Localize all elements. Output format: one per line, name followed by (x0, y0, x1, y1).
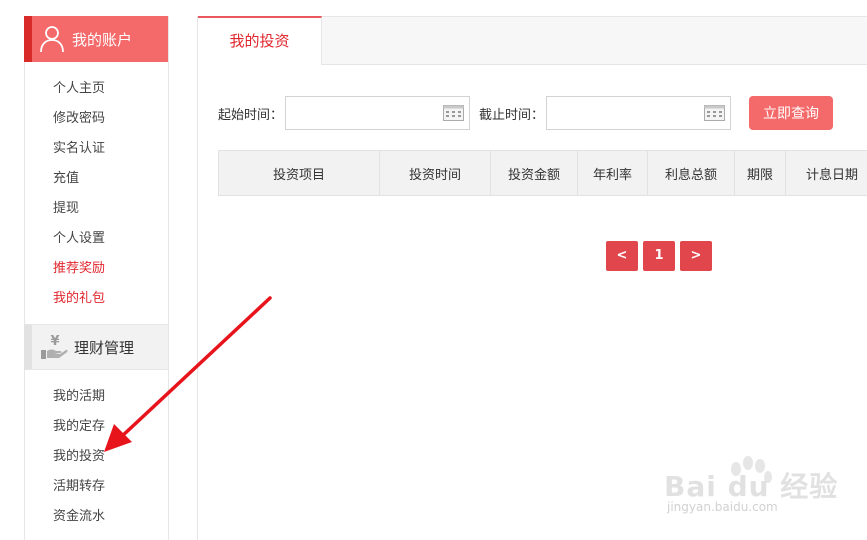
col-header-project: 投资项目 (218, 150, 380, 196)
account-menu: 个人主页 修改密码 实名认证 充值 提现 个人设置 推荐奖励 我的礼包 (25, 62, 168, 324)
col-header-rate: 年利率 (577, 150, 648, 196)
page-1-button[interactable]: 1 (643, 241, 675, 271)
tab-bar: 我的投资 (198, 16, 867, 65)
sidebar-item-fund-flow[interactable]: 资金流水 (53, 502, 168, 532)
start-date-input[interactable] (286, 97, 437, 129)
user-icon (40, 26, 64, 53)
sidebar-item-my-investment[interactable]: 我的投资 (53, 442, 168, 472)
investment-table: 投资项目 投资时间 投资金额 年利率 利息总额 期限 计息日期 (218, 150, 867, 196)
date-filter: 起始时间： 截止时间： 立即查询 (218, 96, 834, 130)
sidebar-item-recharge[interactable]: 充值 (53, 164, 168, 194)
start-time-label: 起始时间： (218, 107, 284, 123)
yen-hand-icon: ¥ (41, 334, 68, 359)
pagination: < 1 > (606, 241, 717, 271)
account-section-header[interactable]: 我的账户 (24, 16, 168, 62)
sidebar-item-transfer[interactable]: 活期转存 (53, 472, 168, 502)
sidebar-item-withdraw[interactable]: 提现 (53, 194, 168, 224)
calendar-icon[interactable] (704, 105, 726, 121)
finance-menu: 我的活期 我的定存 我的投资 活期转存 资金流水 (25, 370, 168, 532)
table-header-row: 投资项目 投资时间 投资金额 年利率 利息总额 期限 计息日期 (218, 150, 867, 196)
svg-text:¥: ¥ (50, 334, 59, 349)
tab-my-investment[interactable]: 我的投资 (198, 16, 322, 65)
sidebar-item-real-name[interactable]: 实名认证 (53, 134, 168, 164)
end-time-label: 截止时间： (479, 107, 545, 123)
col-header-term: 期限 (734, 150, 786, 196)
query-button[interactable]: 立即查询 (749, 96, 834, 130)
sidebar-item-home[interactable]: 个人主页 (53, 74, 168, 104)
col-header-interest-date: 计息日期 (785, 150, 867, 196)
col-header-amount: 投资金额 (490, 150, 578, 196)
sidebar-item-fixed-deposit[interactable]: 我的定存 (53, 412, 168, 442)
start-date-field[interactable] (285, 96, 471, 130)
next-page-button[interactable]: > (680, 241, 712, 271)
sidebar: 我的账户 个人主页 修改密码 实名认证 充值 提现 个人设置 推荐奖励 我的礼包… (24, 16, 169, 540)
end-date-field[interactable] (546, 96, 732, 130)
watermark-url: jingyan.baidu.com (667, 500, 778, 514)
sidebar-item-current-deposit[interactable]: 我的活期 (53, 382, 168, 412)
finance-section-title: 理财管理 (74, 338, 135, 357)
col-header-time: 投资时间 (379, 150, 491, 196)
calendar-icon[interactable] (443, 105, 465, 121)
watermark-brand: Bai du 经验 (664, 470, 839, 503)
prev-page-button[interactable]: < (606, 241, 638, 271)
finance-section-header[interactable]: ¥ 理财管理 (24, 324, 168, 370)
account-section-title: 我的账户 (72, 30, 133, 49)
col-header-interest: 利息总额 (647, 150, 735, 196)
sidebar-item-change-password[interactable]: 修改密码 (53, 104, 168, 134)
sidebar-item-settings[interactable]: 个人设置 (53, 224, 168, 254)
sidebar-item-my-gifts[interactable]: 我的礼包 (53, 284, 168, 314)
sidebar-item-referral-reward[interactable]: 推荐奖励 (53, 254, 168, 284)
end-date-input[interactable] (547, 97, 698, 129)
